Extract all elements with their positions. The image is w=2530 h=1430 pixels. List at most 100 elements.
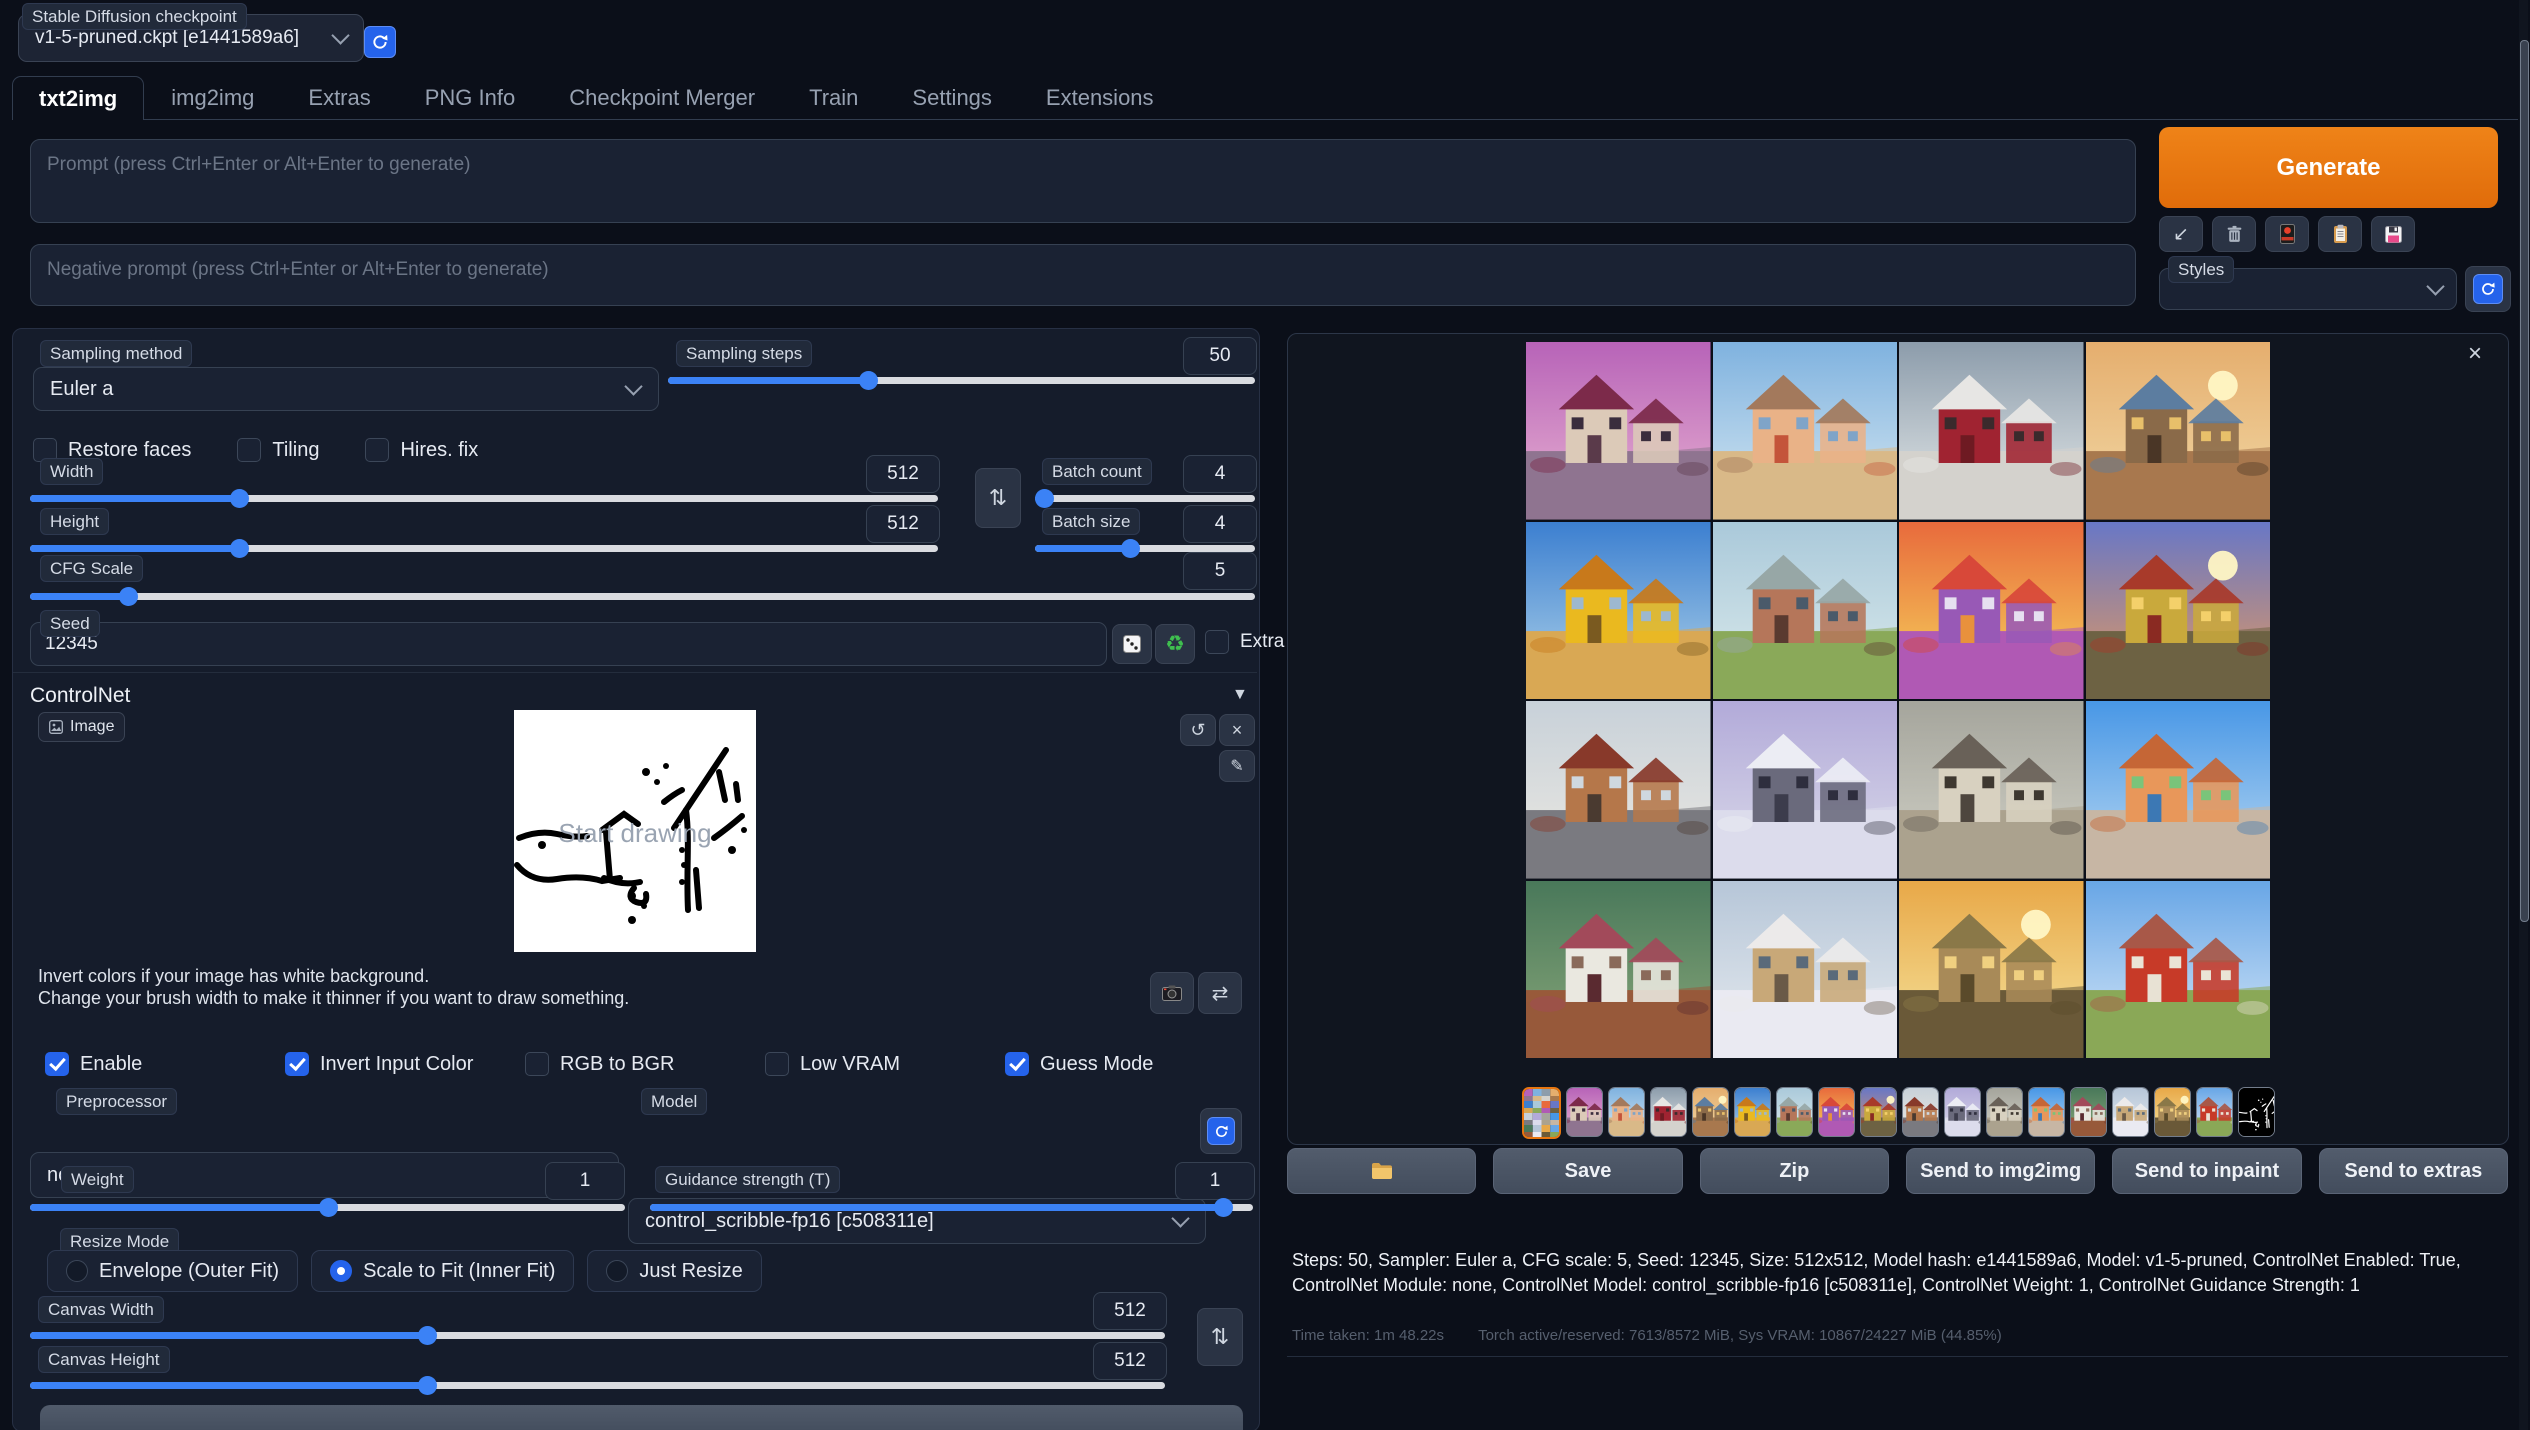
webcam-button[interactable] — [1150, 972, 1194, 1014]
canvas-width-value[interactable]: 512 — [1093, 1292, 1167, 1330]
controlnet-accordion-title[interactable]: ControlNet — [30, 684, 130, 708]
thumbnail-grid-montage[interactable] — [1522, 1087, 1561, 1139]
send-to-extras-button[interactable]: Send to extras — [2319, 1148, 2508, 1194]
height-slider[interactable] — [30, 539, 938, 557]
gallery-image[interactable] — [1713, 701, 1898, 879]
radio-scale-to-fit-inner-fit-[interactable]: Scale to Fit (Inner Fit) — [311, 1250, 574, 1292]
paste-arrow-icon[interactable]: ↙ — [2159, 216, 2203, 252]
width-slider[interactable] — [30, 489, 938, 507]
prompt-input[interactable] — [30, 139, 2136, 223]
thumbnail-image[interactable]: slice"> — [2112, 1087, 2149, 1137]
gallery-image[interactable] — [1526, 522, 1711, 700]
thumbnail-image[interactable]: slice"> — [2028, 1087, 2065, 1137]
checkbox-enable[interactable] — [45, 1052, 69, 1076]
gallery-image[interactable] — [2086, 522, 2271, 700]
close-gallery-icon[interactable]: × — [2468, 342, 2482, 366]
generate-button[interactable]: Generate — [2159, 127, 2498, 208]
zip-button[interactable]: Zip — [1700, 1148, 1889, 1194]
model-refresh-button[interactable] — [1200, 1108, 1242, 1154]
trash-icon[interactable] — [2212, 216, 2256, 252]
tab-png-info[interactable]: PNG Info — [398, 75, 542, 119]
gallery-image[interactable] — [2086, 342, 2271, 520]
weight-slider[interactable] — [30, 1198, 625, 1216]
thumbnail-image[interactable]: slice"> — [1566, 1087, 1603, 1137]
gallery-image[interactable] — [1526, 701, 1711, 879]
accordion-collapse-icon[interactable]: ▼ — [1232, 686, 1248, 704]
clear-image-button[interactable]: × — [1219, 714, 1255, 746]
radio-just-resize[interactable]: Just Resize — [587, 1250, 761, 1292]
sampling-steps-value[interactable]: 50 — [1183, 337, 1257, 375]
cfg-scale-value[interactable]: 5 — [1183, 552, 1257, 590]
cfg-scale-slider[interactable] — [30, 587, 1255, 605]
checkbox-rgb-to-bgr[interactable] — [525, 1052, 549, 1076]
gallery-image[interactable] — [1713, 881, 1898, 1059]
sampling-method-dropdown[interactable]: Euler a — [33, 367, 659, 411]
thumbnail-image[interactable]: slice"> — [1986, 1087, 2023, 1137]
checkbox-low-vram[interactable] — [765, 1052, 789, 1076]
random-seed-dice-button[interactable] — [1112, 624, 1152, 664]
gallery-image[interactable] — [2086, 881, 2271, 1059]
clipboard-icon[interactable] — [2318, 216, 2362, 252]
gallery-image[interactable] — [1899, 881, 2084, 1059]
width-value[interactable]: 512 — [866, 455, 940, 493]
canvas-height-value[interactable]: 512 — [1093, 1342, 1167, 1380]
thumbnail-controlnet-map[interactable] — [2238, 1087, 2275, 1137]
guidance-strength-value[interactable]: 1 — [1175, 1162, 1255, 1200]
thumbnail-image[interactable]: slice"> — [1818, 1087, 1855, 1137]
tab-extensions[interactable]: Extensions — [1019, 75, 1181, 119]
gallery-image[interactable] — [1526, 342, 1711, 520]
controlnet-scribble-canvas[interactable]: Start drawing — [514, 710, 756, 952]
thumbnail-image[interactable]: slice"> — [2070, 1087, 2107, 1137]
seed-input[interactable] — [31, 623, 1106, 665]
checkbox-guess-mode[interactable] — [1005, 1052, 1029, 1076]
thumbnail-image[interactable]: slice"> — [1650, 1087, 1687, 1137]
seed-input-box[interactable] — [30, 622, 1107, 666]
seed-extra-checkbox[interactable] — [1205, 630, 1229, 654]
tab-extras[interactable]: Extras — [281, 75, 397, 119]
thumbnail-image[interactable]: slice"> — [1902, 1087, 1939, 1137]
gallery-image[interactable] — [1713, 522, 1898, 700]
gallery-image[interactable] — [2086, 701, 2271, 879]
thumbnail-image[interactable]: slice"> — [2154, 1087, 2191, 1137]
send-to-img2img-button[interactable]: Send to img2img — [1906, 1148, 2095, 1194]
tab-train[interactable]: Train — [782, 75, 885, 119]
gallery-image[interactable] — [1899, 701, 2084, 879]
open-folder-button[interactable] — [1287, 1148, 1476, 1194]
controlnet-image-tab[interactable]: Image — [38, 712, 125, 742]
gallery-image[interactable] — [1713, 342, 1898, 520]
canvas-height-slider[interactable] — [30, 1376, 1165, 1394]
scrollbar-thumb[interactable] — [2520, 40, 2529, 922]
thumbnail-image[interactable]: slice"> — [2196, 1087, 2233, 1137]
page-scrollbar[interactable] — [2519, 0, 2528, 1430]
send-to-inpaint-button[interactable]: Send to inpaint — [2112, 1148, 2301, 1194]
thumbnail-image[interactable]: slice"> — [1860, 1087, 1897, 1137]
checkbox-invert-input-color[interactable] — [285, 1052, 309, 1076]
extra-networks-card-icon[interactable] — [2265, 216, 2309, 252]
canvas-width-slider[interactable] — [30, 1326, 1165, 1344]
gallery-image[interactable] — [1526, 881, 1711, 1059]
gallery-image[interactable] — [1899, 522, 2084, 700]
tab-settings[interactable]: Settings — [885, 75, 1019, 119]
weight-value[interactable]: 1 — [545, 1162, 625, 1200]
thumbnail-image[interactable]: slice"> — [1734, 1087, 1771, 1137]
tab-img2img[interactable]: img2img — [144, 75, 281, 119]
save-style-floppy-icon[interactable] — [2371, 216, 2415, 252]
sampling-steps-slider[interactable] — [668, 371, 1255, 389]
checkbox-tiling[interactable] — [237, 438, 261, 462]
tab-txt2img[interactable]: txt2img — [12, 76, 144, 120]
tab-checkpoint-merger[interactable]: Checkpoint Merger — [542, 75, 782, 119]
radio-envelope-outer-fit-[interactable]: Envelope (Outer Fit) — [47, 1250, 298, 1292]
swap-canvas-dimensions-button[interactable]: ⇅ — [1197, 1308, 1243, 1366]
styles-refresh-button[interactable] — [2465, 266, 2511, 312]
thumbnail-image[interactable]: slice"> — [1608, 1087, 1645, 1137]
swap-dimensions-button[interactable]: ⇅ — [975, 468, 1021, 528]
negative-prompt-input[interactable] — [30, 244, 2136, 306]
mirror-webcam-button[interactable]: ⇄ — [1198, 972, 1242, 1014]
thumbnail-image[interactable]: slice"> — [1776, 1087, 1813, 1137]
reuse-seed-recycle-button[interactable]: ♻ — [1155, 624, 1195, 664]
batch-size-value[interactable]: 4 — [1183, 505, 1257, 543]
thumbnail-image[interactable]: slice"> — [1692, 1087, 1729, 1137]
batch-count-value[interactable]: 4 — [1183, 455, 1257, 493]
collapsed-section-bar[interactable] — [40, 1405, 1243, 1430]
undo-button[interactable]: ↺ — [1180, 714, 1216, 746]
